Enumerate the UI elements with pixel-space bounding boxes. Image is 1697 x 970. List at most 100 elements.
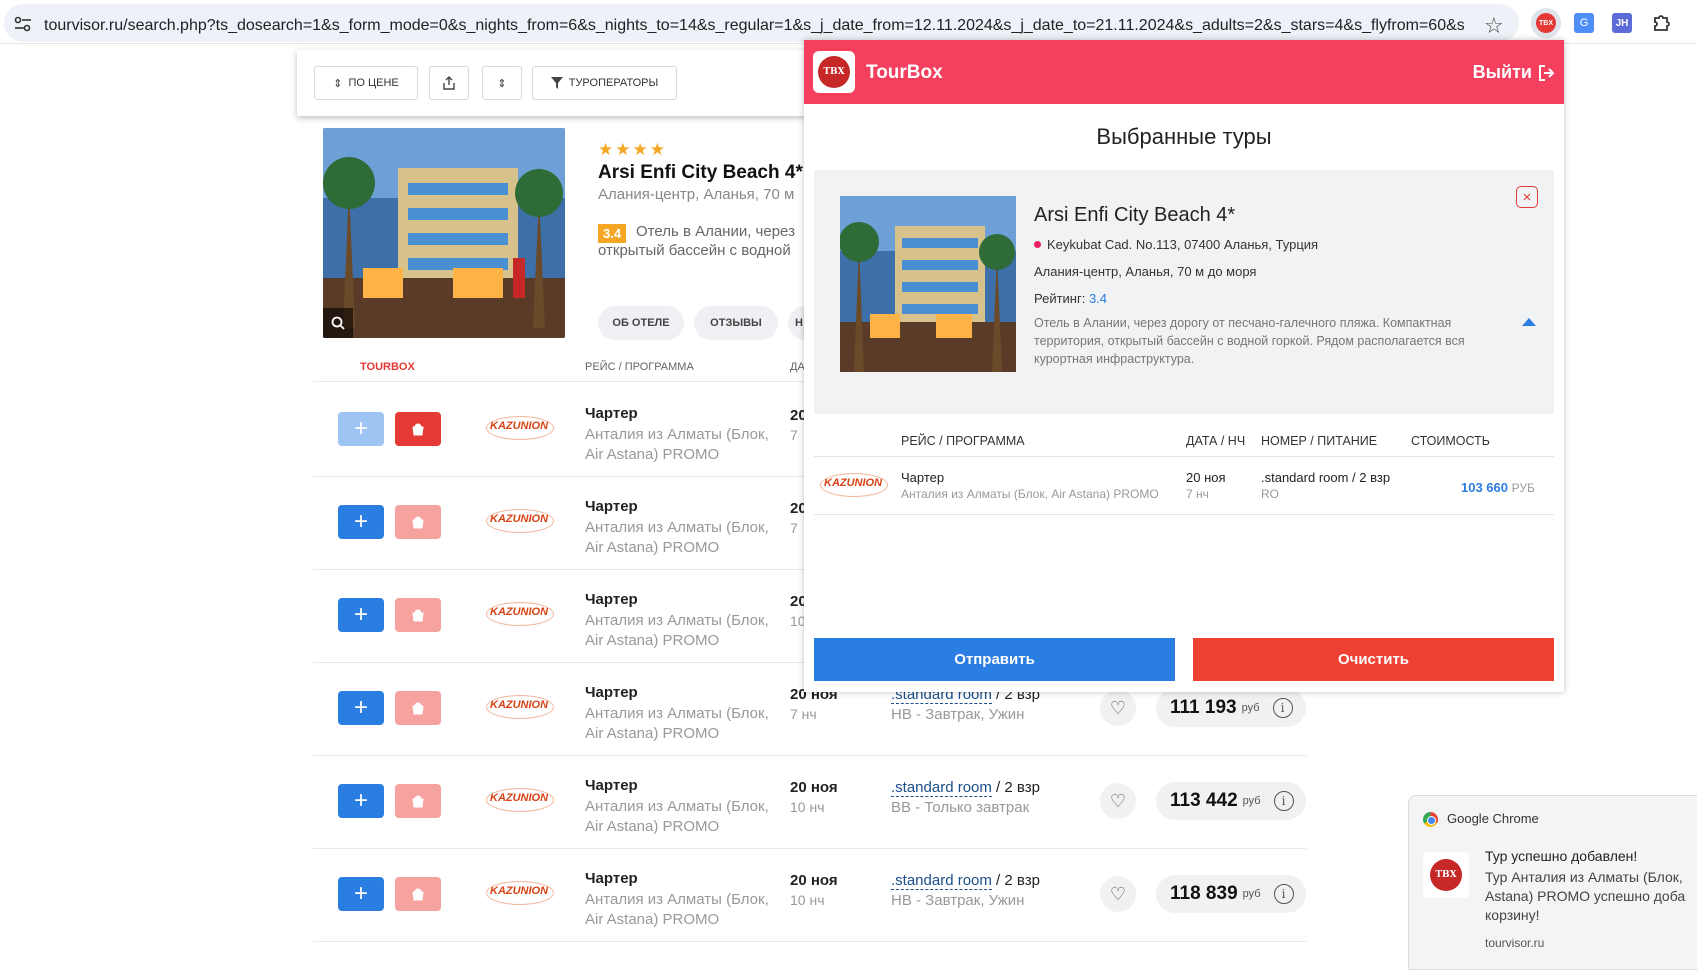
flight-title: Чартер xyxy=(585,591,638,608)
translate-extension-icon[interactable]: G xyxy=(1569,8,1599,38)
notification-source: tourvisor.ru xyxy=(1485,936,1545,950)
basket-icon xyxy=(412,795,424,808)
logout-button[interactable]: Выйти xyxy=(1473,62,1556,83)
tour-nights: 7 xyxy=(790,427,798,443)
hotel-location: Алания-центр, Аланья, 70 м xyxy=(598,186,795,203)
flight-program: Анталия из Алматы (Блок, Air Astana) PRO… xyxy=(585,705,769,742)
sort-by-price-label: ПО ЦЕНЕ xyxy=(348,77,399,89)
info-icon[interactable]: i xyxy=(1272,698,1293,718)
tourbox-notification-icon: TBX xyxy=(1423,852,1469,898)
site-settings-icon[interactable] xyxy=(14,16,32,32)
price-button[interactable]: 118 839 руб i xyxy=(1156,875,1306,913)
room-type: .standard room / 2 взр xyxy=(891,779,1040,797)
add-to-tourbox-button[interactable]: + xyxy=(338,877,384,911)
sort-toggle-button[interactable]: ⇕ xyxy=(482,66,522,100)
tab-reviews[interactable]: ОТЗЫВЫ xyxy=(694,306,778,340)
flight-title: Чартер xyxy=(585,498,638,515)
chrome-icon xyxy=(1423,812,1438,827)
selected-hotel-name: Arsi Enfi City Beach 4* xyxy=(1034,204,1236,226)
add-to-tourbox-button[interactable]: + xyxy=(338,412,384,446)
tour-nights: 10 нч xyxy=(790,799,825,815)
selected-tour-card: Arsi Enfi City Beach 4* Keykubat Cad. No… xyxy=(814,170,1554,414)
hotel-rating-badge: 3.4 xyxy=(598,224,627,243)
send-button[interactable]: Отправить xyxy=(814,638,1175,681)
chrome-notification[interactable]: Google Chrome TBX Тур успешно добавлен! … xyxy=(1408,795,1697,970)
url-text[interactable]: tourvisor.ru/search.php?ts_dosearch=1&s_… xyxy=(44,17,1464,35)
hotel-rating-value: 3.4 xyxy=(1088,291,1108,306)
table-row: + KAZUNION Чартер Анталия из Алматы (Бло… xyxy=(313,848,1306,941)
column-header-tourbox: TOURBOX xyxy=(360,361,415,373)
tour-operators-label: ТУРОПЕРАТОРЫ xyxy=(568,77,659,89)
popup-operator-logo: KAZUNION xyxy=(819,473,889,497)
hotel-address: Keykubat Cad. No.113, 07400 Аланья, Турц… xyxy=(1034,237,1318,252)
hotel-rating-label: Рейтинг: xyxy=(1034,291,1089,306)
popup-table-divider xyxy=(814,456,1554,457)
add-to-tourbox-button[interactable]: + xyxy=(338,784,384,818)
meal-plan: BB - Только завтрак xyxy=(891,799,1030,816)
tab-about-hotel[interactable]: ОБ ОТЕЛЕ xyxy=(598,306,684,340)
basket-icon xyxy=(412,423,424,436)
hotel-address-text: Keykubat Cad. No.113, 07400 Аланья, Турц… xyxy=(1047,237,1319,252)
remove-from-tourbox-button[interactable] xyxy=(395,691,441,725)
notification-title: Тур успешно добавлен! xyxy=(1485,848,1638,864)
address-bar[interactable]: tourvisor.ru/search.php?ts_dosearch=1&s_… xyxy=(4,4,1519,42)
remove-from-tourbox-button[interactable] xyxy=(395,877,441,911)
popup-table-divider xyxy=(814,514,1554,515)
extensions-puzzle-icon[interactable] xyxy=(1647,8,1677,38)
collapse-chevron-up-icon[interactable] xyxy=(1522,318,1536,326)
popup-price-value: 103 660 xyxy=(1461,480,1508,495)
logout-label: Выйти xyxy=(1472,62,1532,82)
meal-plan: HB - Завтрак, Ужин xyxy=(891,706,1025,723)
price-button[interactable]: 113 442 руб i xyxy=(1156,782,1306,820)
tourbox-logo: TBX xyxy=(813,51,855,93)
tour-operators-filter-button[interactable]: ТУРОПЕРАТОРЫ xyxy=(532,66,677,100)
flight-program: Анталия из Алматы (Блок, Air Astana) PRO… xyxy=(585,891,769,928)
favorite-heart-icon[interactable]: ♡ xyxy=(1100,783,1136,819)
favorite-heart-icon[interactable]: ♡ xyxy=(1100,690,1136,726)
sort-arrows-icon: ⇕ xyxy=(497,77,507,90)
popup-brand: TourBox xyxy=(866,62,943,83)
notification-app-name: Google Chrome xyxy=(1447,811,1539,826)
bookmark-star-icon[interactable]: ☆ xyxy=(1484,13,1504,39)
column-header-date: ДА xyxy=(790,361,805,373)
add-to-tourbox-button[interactable]: + xyxy=(338,691,384,725)
hotel-name[interactable]: Arsi Enfi City Beach 4* xyxy=(598,162,803,184)
clear-button[interactable]: Очистить xyxy=(1193,638,1554,681)
remove-from-tourbox-button[interactable] xyxy=(395,505,441,539)
add-to-tourbox-button[interactable]: + xyxy=(338,505,384,539)
add-to-tourbox-button[interactable]: + xyxy=(338,598,384,632)
popup-column-date: ДАТА / НЧ xyxy=(1186,434,1246,448)
room-name-link[interactable]: .standard room xyxy=(891,872,992,890)
extension-jh-icon[interactable]: JH xyxy=(1607,8,1637,38)
results-toolbar: ⇕ ПО ЦЕНЕ ⇕ ТУРОПЕРАТОРЫ xyxy=(297,50,807,116)
share-button[interactable] xyxy=(429,66,469,100)
sort-by-price-button[interactable]: ⇕ ПО ЦЕНЕ xyxy=(314,66,418,100)
room-name-link[interactable]: .standard room xyxy=(891,779,992,797)
location-pin-icon xyxy=(1034,241,1041,248)
browser-toolbar: tourvisor.ru/search.php?ts_dosearch=1&s_… xyxy=(0,0,1697,44)
basket-icon xyxy=(412,702,424,715)
zoom-photo-button[interactable] xyxy=(323,308,353,338)
price-currency: руб xyxy=(1241,702,1260,714)
tour-nights: 7 нч xyxy=(790,706,817,722)
remove-from-tourbox-button[interactable] xyxy=(395,412,441,446)
tourbox-extension-icon[interactable]: TBX xyxy=(1531,8,1561,38)
table-divider xyxy=(313,941,1306,942)
remove-from-tourbox-button[interactable] xyxy=(395,598,441,632)
basket-icon xyxy=(412,609,424,622)
popup-column-room: НОМЕР / ПИТАНИЕ xyxy=(1261,434,1378,448)
flight-title: Чартер xyxy=(585,405,638,422)
popup-price: 103 660 РУБ xyxy=(1461,480,1535,495)
info-icon[interactable]: i xyxy=(1273,884,1294,904)
operator-logo: KAZUNION xyxy=(485,602,555,626)
hotel-description: Отель в Алании, через открытый бассейн с… xyxy=(598,223,795,259)
info-icon[interactable]: i xyxy=(1273,791,1294,811)
remove-from-tourbox-button[interactable] xyxy=(395,784,441,818)
price-button[interactable]: 111 193 руб i xyxy=(1156,689,1306,727)
operator-logo: KAZUNION xyxy=(485,788,555,812)
hotel-photo[interactable] xyxy=(323,128,565,338)
logout-icon xyxy=(1539,64,1555,81)
favorite-heart-icon[interactable]: ♡ xyxy=(1100,876,1136,912)
flight-program: Анталия из Алматы (Блок, Air Astana) PRO… xyxy=(585,426,769,463)
remove-tour-close-icon[interactable]: × xyxy=(1516,186,1538,208)
